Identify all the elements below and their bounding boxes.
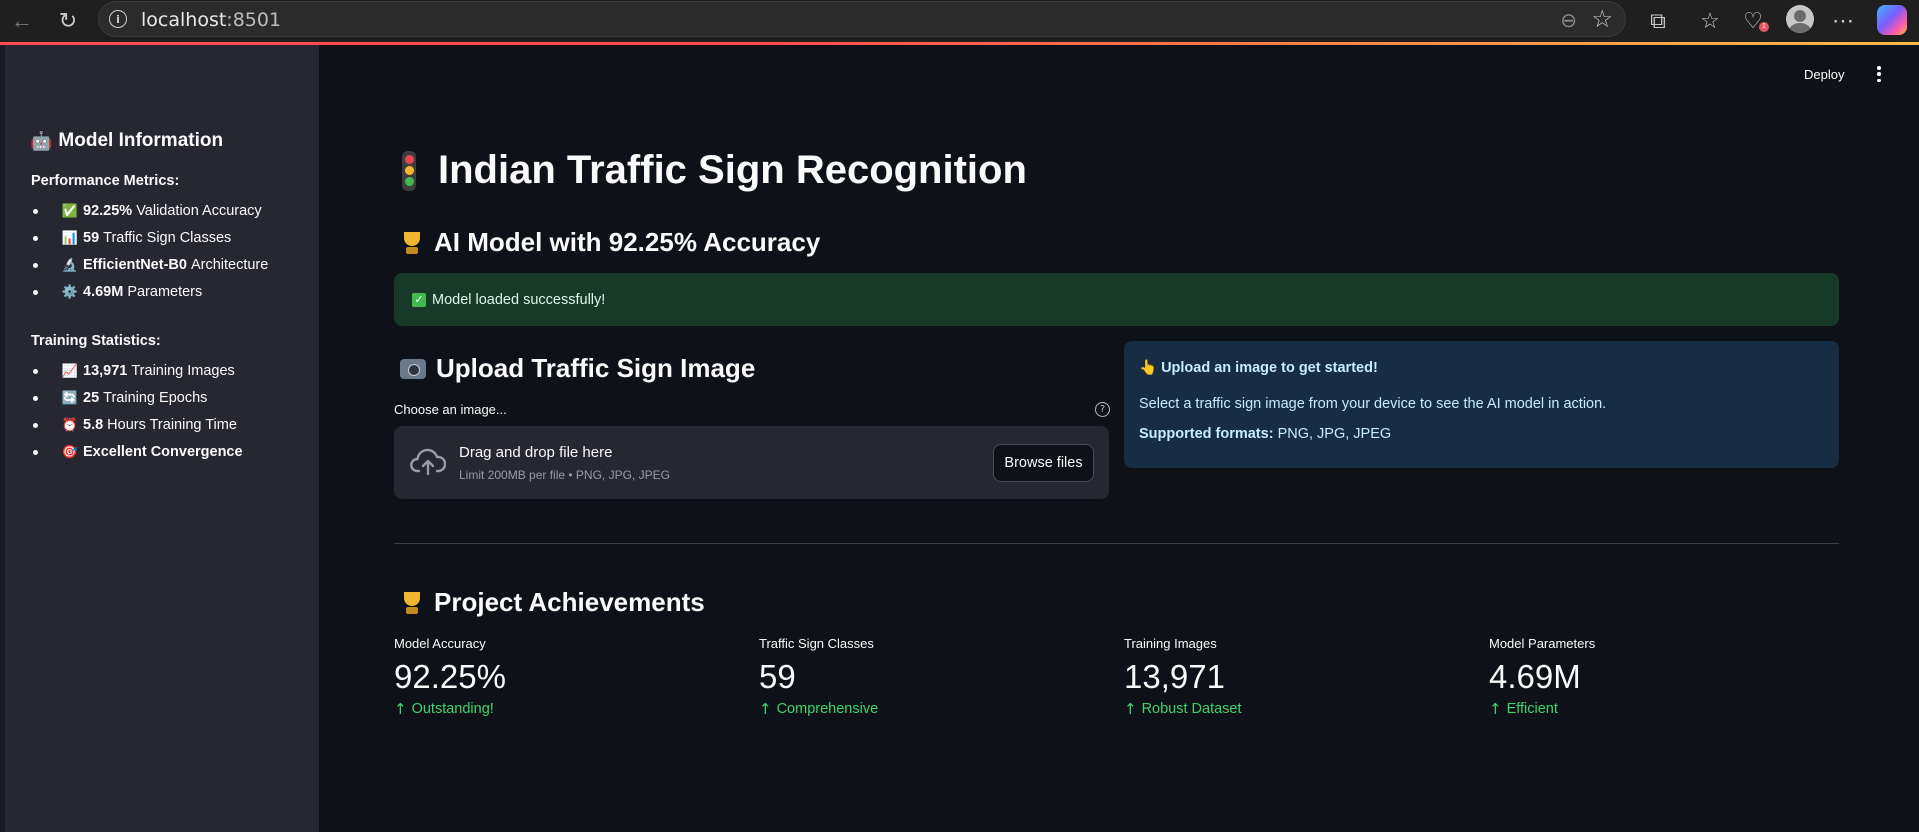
cloud-upload-icon — [410, 448, 446, 476]
list-item-value: Excellent Convergence — [83, 443, 243, 460]
list-item-text: Validation Accuracy — [136, 202, 262, 219]
metric-delta: ↑ Efficient — [1489, 700, 1558, 718]
list-item-icon: ⚙️ — [61, 283, 79, 299]
sidebar-title: 🤖 Model Information — [30, 130, 224, 151]
arrow-up-icon: ↑ — [1124, 700, 1137, 718]
list-item-text: Traffic Sign Classes — [103, 229, 232, 246]
metric-delta: ↑ Outstanding! — [394, 700, 494, 718]
metric-value: 92.25% — [394, 658, 506, 695]
metric-value: 13,971 — [1124, 658, 1225, 695]
profile-avatar-icon[interactable] — [1786, 5, 1814, 33]
training-list: 📈 13,971 Training Images 🔄 25 Training Epochs… — [31, 357, 247, 465]
address-bar[interactable]: i localhost:8501 ⊖ ☆ — [98, 1, 1626, 37]
help-icon[interactable]: ? — [1095, 402, 1110, 417]
list-item-value: EfficientNet-B0 — [83, 256, 187, 273]
list-item: ✅ 92.25% Validation Accuracy — [31, 197, 268, 224]
page-title: Indian Traffic Sign Recognition — [402, 148, 1027, 193]
list-item-text: Architecture — [190, 256, 269, 273]
favorites-icon[interactable]: ☆ — [1694, 5, 1726, 37]
traffic-light-icon — [402, 150, 416, 191]
arrow-up-icon: ↑ — [394, 700, 407, 718]
list-item-value: 25 — [83, 389, 100, 406]
page-subtitle: AI Model with 92.25% Accuracy — [400, 227, 820, 258]
list-item: ⏰ 5.8 Hours Training Time — [31, 411, 247, 438]
file-uploader-label: Choose an image... — [394, 402, 507, 417]
metric-label: Model Parameters — [1489, 636, 1596, 651]
check-icon: ✓ — [412, 292, 426, 307]
list-item: 📊 59 Traffic Sign Classes — [31, 224, 268, 251]
list-item: 🎯 Excellent Convergence — [31, 438, 247, 465]
metric-value: 59 — [759, 658, 796, 695]
deploy-button[interactable]: Deploy — [1804, 67, 1844, 82]
main-menu-icon[interactable] — [1876, 66, 1882, 82]
metric-model-parameters: Model Parameters 4.69M ↑ Efficient — [1489, 636, 1849, 720]
list-item: 🔄 25 Training Epochs — [31, 384, 247, 411]
sidebar: 🤖 Model Information Performance Metrics:… — [0, 45, 319, 832]
zoom-out-icon[interactable]: ⊖ — [1560, 8, 1577, 33]
trophy-icon — [400, 590, 424, 616]
upload-heading: Upload Traffic Sign Image — [400, 353, 755, 384]
metric-training-images: Training Images 13,971 ↑ Robust Dataset — [1124, 636, 1484, 720]
reload-icon[interactable]: ↻ — [52, 5, 84, 37]
list-item-value: 13,971 — [83, 362, 128, 379]
info-formats: Supported formats: PNG, JPG, JPEG — [1139, 426, 1392, 442]
browse-files-button[interactable]: Browse files — [993, 444, 1094, 482]
browser-health-icon[interactable]: ♡ — [1737, 5, 1769, 37]
metric-label: Model Accuracy — [394, 636, 486, 651]
training-heading: Training Statistics: — [31, 333, 161, 349]
metric-delta: ↑ Comprehensive — [759, 700, 879, 718]
file-dropzone[interactable]: Drag and drop file here Limit 200MB per … — [394, 426, 1109, 499]
list-item-value: 5.8 — [83, 416, 104, 433]
list-item-icon: 🔬 — [61, 256, 79, 272]
info-title: 👆 Upload an image to get started! — [1139, 360, 1378, 376]
arrow-up-icon: ↑ — [759, 700, 772, 718]
notification-badge: 1 — [1759, 22, 1769, 32]
success-alert: ✓ Model loaded successfully! — [394, 273, 1839, 326]
browser-toolbar: ← ↻ i localhost:8501 ⊖ ☆ ⧉ ☆ ♡ 1 ⋯ — [0, 0, 1919, 42]
metric-delta: ↑ Robust Dataset — [1124, 700, 1242, 718]
metric-label: Traffic Sign Classes — [759, 636, 874, 651]
list-item-icon: 🔄 — [61, 389, 79, 405]
camera-icon — [400, 358, 426, 379]
back-arrow-icon[interactable]: ← — [6, 5, 38, 37]
more-menu-icon[interactable]: ⋯ — [1827, 5, 1859, 37]
list-item-icon: 🎯 — [61, 443, 79, 459]
list-item: ⚙️ 4.69M Parameters — [31, 278, 268, 305]
arrow-up-icon: ↑ — [1489, 700, 1502, 718]
metric-value: 4.69M — [1489, 658, 1581, 695]
list-item-value: 4.69M — [83, 283, 124, 300]
robot-icon: 🤖 — [30, 130, 53, 151]
metric-label: Training Images — [1124, 636, 1217, 651]
metric-traffic-sign-classes: Traffic Sign Classes 59 ↑ Comprehensive — [759, 636, 1119, 720]
metric-model-accuracy: Model Accuracy 92.25% ↑ Outstanding! — [394, 636, 754, 720]
trophy-icon — [400, 230, 424, 256]
dropzone-title: Drag and drop file here — [459, 444, 613, 461]
list-item: 🔬 EfficientNet-B0 Architecture — [31, 251, 268, 278]
extensions-icon[interactable]: ⧉ — [1642, 5, 1674, 37]
list-item: 📈 13,971 Training Images — [31, 357, 247, 384]
list-item-text: Training Epochs — [103, 389, 208, 406]
list-item-text: Parameters — [127, 283, 203, 300]
list-item-icon: ✅ — [61, 202, 79, 218]
list-item-icon: 📈 — [61, 362, 79, 378]
list-item-value: 59 — [83, 229, 100, 246]
list-item-text: Training Images — [131, 362, 235, 379]
copilot-icon[interactable] — [1877, 5, 1907, 35]
list-item-icon: ⏰ — [61, 416, 79, 432]
pointing-hand-icon: 👆 — [1139, 360, 1158, 376]
dropzone-limit: Limit 200MB per file • PNG, JPG, JPEG — [459, 468, 670, 482]
list-item-icon: 📊 — [61, 229, 79, 245]
favorite-star-icon[interactable]: ☆ — [1591, 5, 1613, 34]
list-item-value: 92.25% — [83, 202, 133, 219]
performance-heading: Performance Metrics: — [31, 173, 180, 189]
url-text[interactable]: localhost:8501 — [141, 9, 281, 31]
info-alert: 👆 Upload an image to get started! Select … — [1124, 341, 1839, 468]
section-divider — [394, 543, 1839, 544]
info-body: Select a traffic sign image from your de… — [1139, 396, 1607, 412]
performance-list: ✅ 92.25% Validation Accuracy 📊 59 Traffic Sig… — [31, 197, 268, 305]
site-info-icon[interactable]: i — [109, 10, 127, 28]
list-item-text: Hours Training Time — [107, 416, 237, 433]
achievements-heading: Project Achievements — [400, 587, 705, 618]
